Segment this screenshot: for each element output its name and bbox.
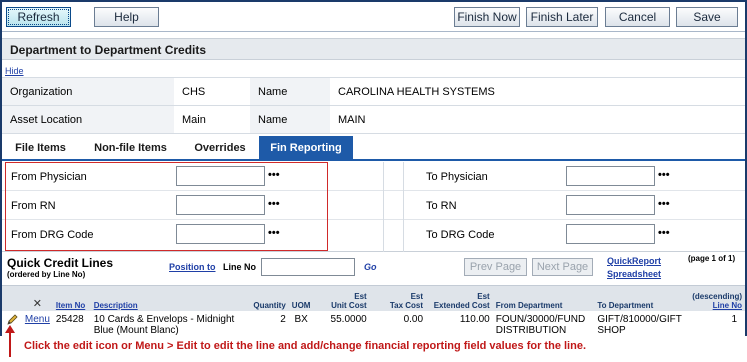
save-button[interactable]: Save <box>676 7 738 27</box>
to-physician-lookup-icon[interactable]: ••• <box>658 169 670 181</box>
to-department-header: To Department <box>594 285 690 311</box>
extended-cost-cell: 110.00 <box>426 310 493 339</box>
from-department-cell: FOUN/30000/FUND DISTRIBUTION <box>492 310 595 339</box>
row-menu-link[interactable]: Menu <box>25 314 50 325</box>
page-indicator: (page 1 of 1) <box>688 254 736 263</box>
delete-icon[interactable]: ✕ <box>21 285 53 311</box>
help-button[interactable]: Help <box>94 7 159 27</box>
tab-non-file-items[interactable]: Non-file Items <box>80 136 181 160</box>
to-drg-code-input[interactable] <box>566 224 655 244</box>
unit-cost-cell: 55.0000 <box>313 310 370 339</box>
column-divider <box>403 162 404 252</box>
description-cell: 10 Cards & Envelops - Midnight Blue (Mou… <box>90 310 246 339</box>
quick-report-link[interactable]: QuickReport <box>607 256 661 266</box>
to-physician-label: To Physician <box>426 171 488 183</box>
asset-location-name-value: MAIN <box>330 105 745 134</box>
to-department-cell: GIFT/810000/GIFT SHOP <box>594 310 690 339</box>
table-header-row: ✕ Item No Description Quantity UOM Est Un… <box>2 285 745 311</box>
quantity-cell: 2 <box>245 310 289 339</box>
line-no-header[interactable]: (descending) Line No <box>689 285 745 311</box>
organization-label: Organization <box>2 77 174 106</box>
line-no-header-line1: (descending) <box>692 291 742 301</box>
toolbar: Refresh Help Finish Now Finish Later Can… <box>2 2 745 32</box>
organization-name-value: CAROLINA HEALTH SYSTEMS <box>330 77 745 106</box>
description-sort-link[interactable]: Description <box>94 301 138 310</box>
est-tax-cost-header: Est Tax Cost <box>369 285 427 311</box>
asset-location-value: Main <box>174 105 250 134</box>
tab-bar: File Items Non-file Items Overrides Fin … <box>2 136 745 161</box>
tab-file-items[interactable]: File Items <box>2 136 79 160</box>
line-no-cell: 1 <box>689 310 745 339</box>
credit-lines-table: ✕ Item No Description Quantity UOM Est Un… <box>2 285 745 339</box>
application-window: Refresh Help Finish Now Finish Later Can… <box>0 0 747 339</box>
description-header[interactable]: Description <box>90 285 246 311</box>
cancel-button[interactable]: Cancel <box>605 7 670 27</box>
refresh-button[interactable]: Refresh <box>6 7 71 27</box>
quantity-header: Quantity <box>245 285 289 311</box>
annotation-note: Click the edit icon or Menu > Edit to ed… <box>24 340 586 352</box>
asset-location-name-label: Name <box>250 105 330 134</box>
uom-header: UOM <box>288 285 314 311</box>
organization-value: CHS <box>174 77 250 106</box>
menu-cell[interactable]: Menu <box>21 310 53 339</box>
annotation-arrow-icon <box>5 325 15 357</box>
table-row: Menu 25428 10 Cards & Envelops - Midnigh… <box>2 310 745 339</box>
to-physician-input[interactable] <box>566 166 655 186</box>
from-department-header: From Department <box>492 285 595 311</box>
tab-fin-reporting[interactable]: Fin Reporting <box>259 136 353 160</box>
hide-link[interactable]: Hide <box>5 66 24 76</box>
finish-later-button[interactable]: Finish Later <box>526 7 598 27</box>
spreadsheet-link[interactable]: Spreadsheet <box>607 269 661 279</box>
to-drg-code-label: To DRG Code <box>426 229 495 241</box>
to-drg-code-lookup-icon[interactable]: ••• <box>658 227 670 239</box>
finish-now-button[interactable]: Finish Now <box>454 7 520 27</box>
prev-page-button[interactable]: Prev Page <box>464 258 527 276</box>
column-divider <box>383 162 384 252</box>
organization-name-label: Name <box>250 77 330 106</box>
quick-credit-lines-title: Quick Credit Lines <box>7 256 114 270</box>
position-line-no-input[interactable] <box>261 258 355 276</box>
est-extended-cost-header: Est Extended Cost <box>426 285 493 311</box>
tax-cost-cell: 0.00 <box>369 310 427 339</box>
est-unit-cost-header: Est Unit Cost <box>313 285 370 311</box>
to-rn-lookup-icon[interactable]: ••• <box>658 198 670 210</box>
uom-cell: BX <box>288 310 314 339</box>
est-extended-cost-header-line2: Extended Cost <box>433 300 490 310</box>
est-unit-cost-header-line1: Est <box>354 291 367 301</box>
item-no-cell: 25428 <box>52 310 91 339</box>
position-to-link[interactable]: Position to <box>169 262 216 272</box>
item-no-header[interactable]: Item No <box>52 285 91 311</box>
highlight-box <box>5 162 328 251</box>
line-no-sort-link[interactable]: Line No <box>713 301 742 310</box>
est-unit-cost-header-line2: Unit Cost <box>331 300 367 310</box>
asset-location-row: Asset Location Main Name MAIN <box>2 105 745 134</box>
go-link[interactable]: Go <box>364 262 377 272</box>
header-info-table: Organization CHS Name CAROLINA HEALTH SY… <box>2 77 745 134</box>
tab-overrides[interactable]: Overrides <box>183 136 257 160</box>
next-page-button[interactable]: Next Page <box>532 258 593 276</box>
to-rn-input[interactable] <box>566 195 655 215</box>
quick-credit-lines-subtitle: (ordered by Line No) <box>7 270 86 279</box>
page-title: Department to Department Credits <box>2 38 745 60</box>
item-no-sort-link[interactable]: Item No <box>56 301 85 310</box>
organization-row: Organization CHS Name CAROLINA HEALTH SY… <box>2 77 745 106</box>
est-tax-cost-header-line1: Est <box>410 291 424 301</box>
est-extended-cost-header-line1: Est <box>477 291 490 301</box>
est-tax-cost-header-line2: Tax Cost <box>389 300 424 310</box>
asset-location-label: Asset Location <box>2 105 174 134</box>
line-no-label: Line No <box>223 262 256 272</box>
to-rn-label: To RN <box>426 200 457 212</box>
edit-column-header <box>2 285 22 311</box>
